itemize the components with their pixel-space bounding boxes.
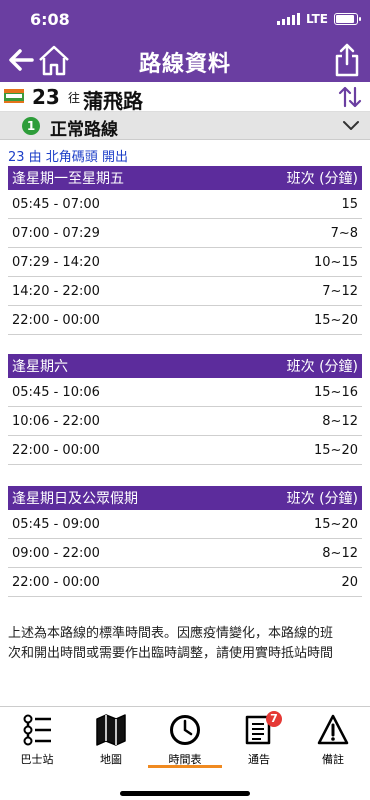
share-icon[interactable] xyxy=(334,42,360,78)
notification-badge: 7 xyxy=(266,711,282,727)
table-row: 05:45 - 10:06 15~16 xyxy=(8,378,362,407)
period: 10:06 - 22:00 xyxy=(12,413,100,429)
timetable-header: 逢星期六 班次 (分鐘) xyxy=(8,354,362,378)
status-time: 6:08 xyxy=(30,10,70,29)
table-row: 14:20 - 22:00 7~12 xyxy=(8,277,362,306)
page-title: 路線資料 xyxy=(138,52,231,77)
route-direction-label: 往 xyxy=(68,91,81,105)
map-icon xyxy=(96,714,126,746)
table-row: 07:00 - 07:29 7~8 xyxy=(8,219,362,248)
period: 05:45 - 07:00 xyxy=(12,196,100,212)
notice-line: 次和開出時間或需要作出臨時調整，請使用實時抵站時間 xyxy=(8,646,334,661)
timetable-saturday: 逢星期六 班次 (分鐘) 05:45 - 10:06 15~16 10:06 - … xyxy=(8,354,362,465)
frequency: 8~12 xyxy=(322,413,358,429)
frequency: 7~12 xyxy=(322,283,358,299)
frequency: 15~20 xyxy=(314,312,358,328)
frequency: 7~8 xyxy=(330,225,358,241)
timetable-freq-header: 班次 (分鐘) xyxy=(286,359,358,375)
frequency: 15~16 xyxy=(314,384,358,400)
route-variant-selector[interactable]: 1 正常路線 xyxy=(0,112,370,140)
swap-direction-icon[interactable] xyxy=(338,86,362,108)
clock-icon xyxy=(170,715,200,745)
active-tab-indicator xyxy=(148,765,222,768)
bottom-tab-bar: 巴士站 地圖 時間表 7 通告 備註 xyxy=(0,706,370,800)
signal-icon xyxy=(276,13,300,25)
tab-label: 地圖 xyxy=(100,753,122,766)
bus-icon xyxy=(4,89,24,103)
timetable-day: 逢星期日及公眾假期 xyxy=(12,491,138,507)
period: 07:29 - 14:20 xyxy=(12,254,100,270)
app-header: 6:08 LTE 路線資料 xyxy=(0,0,370,82)
frequency: 10~15 xyxy=(314,254,358,270)
timetable-day: 逢星期一至星期五 xyxy=(12,171,124,187)
table-row: 10:06 - 22:00 8~12 xyxy=(8,407,362,436)
tab-notices[interactable]: 7 通告 xyxy=(222,707,296,777)
chevron-down-icon[interactable] xyxy=(342,118,360,132)
tab-label: 巴士站 xyxy=(20,753,54,766)
table-row: 05:45 - 09:00 15~20 xyxy=(8,510,362,539)
tab-remarks[interactable]: 備註 xyxy=(296,707,370,777)
timetable-header: 逢星期一至星期五 班次 (分鐘) xyxy=(8,166,362,190)
table-row: 05:45 - 07:00 15 xyxy=(8,190,362,219)
home-indicator[interactable] xyxy=(120,791,250,796)
variant-badge: 1 xyxy=(22,117,40,135)
notice-line: 上述為本路線的標準時間表。因應疫情變化，本路線的班 xyxy=(8,626,334,641)
warning-icon xyxy=(317,714,349,745)
timetable-weekday: 逢星期一至星期五 班次 (分鐘) 05:45 - 07:00 15 07:00 -… xyxy=(8,166,362,335)
variant-label: 正常路線 xyxy=(50,120,118,140)
timetable-sunday-holiday: 逢星期日及公眾假期 班次 (分鐘) 05:45 - 09:00 15~20 09:… xyxy=(8,486,362,597)
timetable-day: 逢星期六 xyxy=(12,359,68,375)
frequency: 15~20 xyxy=(314,442,358,458)
table-row: 09:00 - 22:00 8~12 xyxy=(8,539,362,568)
period: 22:00 - 00:00 xyxy=(12,442,100,458)
nav-bar: 路線資料 xyxy=(0,40,370,82)
timetable-freq-header: 班次 (分鐘) xyxy=(286,171,358,187)
period: 05:45 - 10:06 xyxy=(12,384,100,400)
frequency: 8~12 xyxy=(322,545,358,561)
route-header: 23 往 蒲飛路 xyxy=(0,82,370,113)
tab-label: 備註 xyxy=(322,753,344,766)
period: 09:00 - 22:00 xyxy=(12,545,100,561)
period: 14:20 - 22:00 xyxy=(12,283,100,299)
tab-bus-stops[interactable]: 巴士站 xyxy=(0,707,74,777)
table-row: 22:00 - 00:00 20 xyxy=(8,568,362,597)
period: 22:00 - 00:00 xyxy=(12,574,100,590)
frequency: 15~20 xyxy=(314,516,358,532)
departure-info: 23 由 北角碼頭 開出 xyxy=(8,150,128,165)
table-row: 22:00 - 00:00 15~20 xyxy=(8,306,362,335)
table-row: 22:00 - 00:00 15~20 xyxy=(8,436,362,465)
route-destination: 蒲飛路 xyxy=(83,89,143,113)
tab-label: 通告 xyxy=(248,753,270,766)
status-indicators: LTE xyxy=(276,12,361,26)
route-number: 23 xyxy=(32,85,60,109)
frequency: 20 xyxy=(341,574,358,590)
period: 05:45 - 09:00 xyxy=(12,516,100,532)
battery-icon xyxy=(334,13,361,25)
period: 07:00 - 07:29 xyxy=(12,225,100,241)
period: 22:00 - 00:00 xyxy=(12,312,100,328)
tab-map[interactable]: 地圖 xyxy=(74,707,148,777)
bus-stop-icon xyxy=(23,714,51,746)
timetable-freq-header: 班次 (分鐘) xyxy=(286,491,358,507)
status-bar: 6:08 LTE xyxy=(0,0,370,40)
table-row: 07:29 - 14:20 10~15 xyxy=(8,248,362,277)
timetable-header: 逢星期日及公眾假期 班次 (分鐘) xyxy=(8,486,362,510)
frequency: 15 xyxy=(341,196,358,212)
network-label: LTE xyxy=(305,12,328,26)
timetable-notice: 上述為本路線的標準時間表。因應疫情變化，本路線的班 次和開出時間或需要作出臨時調… xyxy=(8,624,364,664)
